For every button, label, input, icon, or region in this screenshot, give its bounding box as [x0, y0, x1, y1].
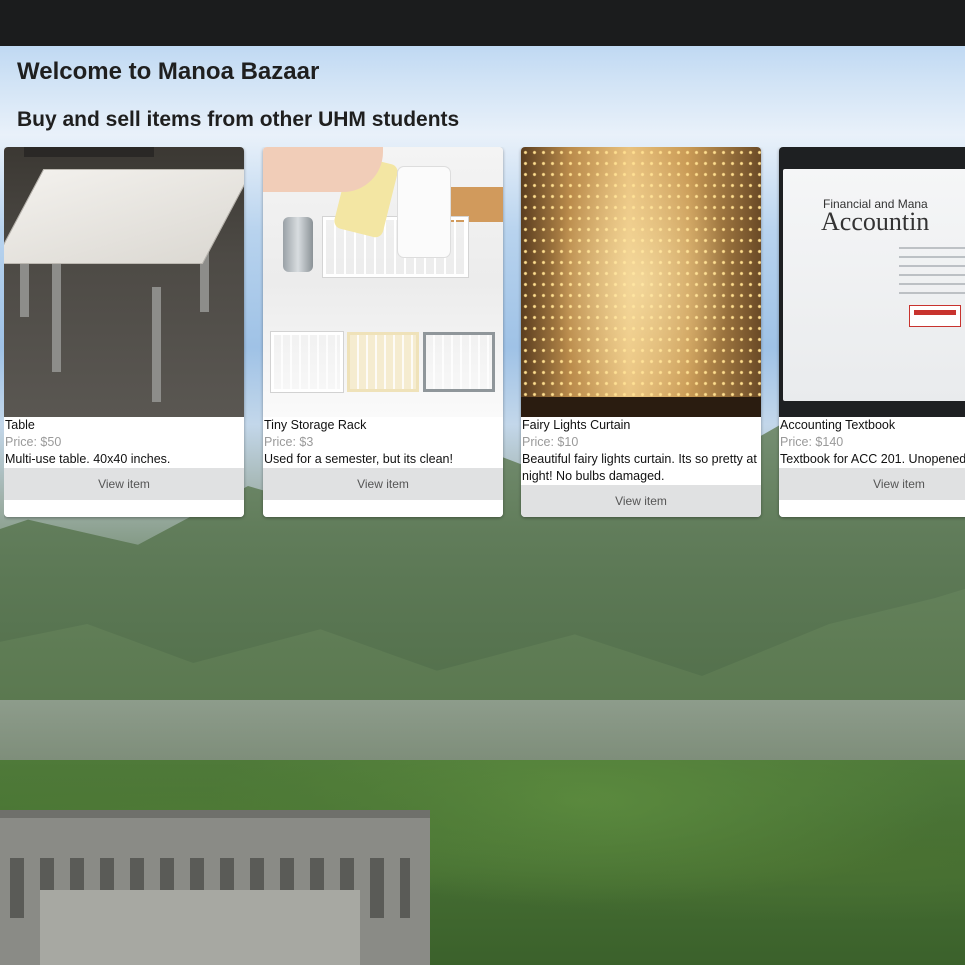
view-item-button[interactable]: View item [779, 468, 965, 500]
fairy-lights-photo [521, 147, 761, 417]
page-title: Welcome to Manoa Bazaar [17, 58, 320, 85]
item-description: Used for a semester, but its clean! [264, 452, 453, 466]
view-item-button[interactable]: View item [4, 468, 244, 500]
top-navbar [0, 0, 965, 46]
item-name: Fairy Lights Curtain [522, 418, 631, 432]
campus-building-lower [40, 890, 360, 965]
item-price: Price: $10 [522, 435, 579, 449]
item-price: Price: $50 [5, 435, 62, 449]
table-photo [4, 147, 244, 417]
item-card: Tiny Storage Rack Price: $3 Used for a s… [263, 147, 503, 517]
item-description: Multi-use table. 40x40 inches. [5, 452, 171, 466]
item-name: Table [5, 418, 35, 432]
item-price: Price: $3 [264, 435, 314, 449]
item-price: Price: $140 [780, 435, 844, 449]
page-subtitle: Buy and sell items from other UHM studen… [17, 108, 460, 131]
item-name: Accounting Textbook [780, 418, 896, 432]
view-item-button[interactable]: View item [263, 468, 503, 500]
item-card: Table Price: $50 Multi-use table. 40x40 … [4, 147, 244, 517]
item-name: Tiny Storage Rack [264, 418, 367, 432]
textbook-photo: Financial and Mana Accountin [779, 147, 965, 417]
storage-rack-photo [263, 147, 503, 417]
item-card-list: Table Price: $50 Multi-use table. 40x40 … [4, 147, 965, 527]
item-card: Fairy Lights Curtain Price: $10 Beautifu… [521, 147, 761, 517]
item-description: Textbook for ACC 201. Unopened. [780, 452, 965, 466]
view-item-button[interactable]: View item [521, 485, 761, 517]
item-card: Financial and Mana Accountin Accounting … [779, 147, 965, 517]
item-description: Beautiful fairy lights curtain. Its so p… [522, 452, 757, 483]
